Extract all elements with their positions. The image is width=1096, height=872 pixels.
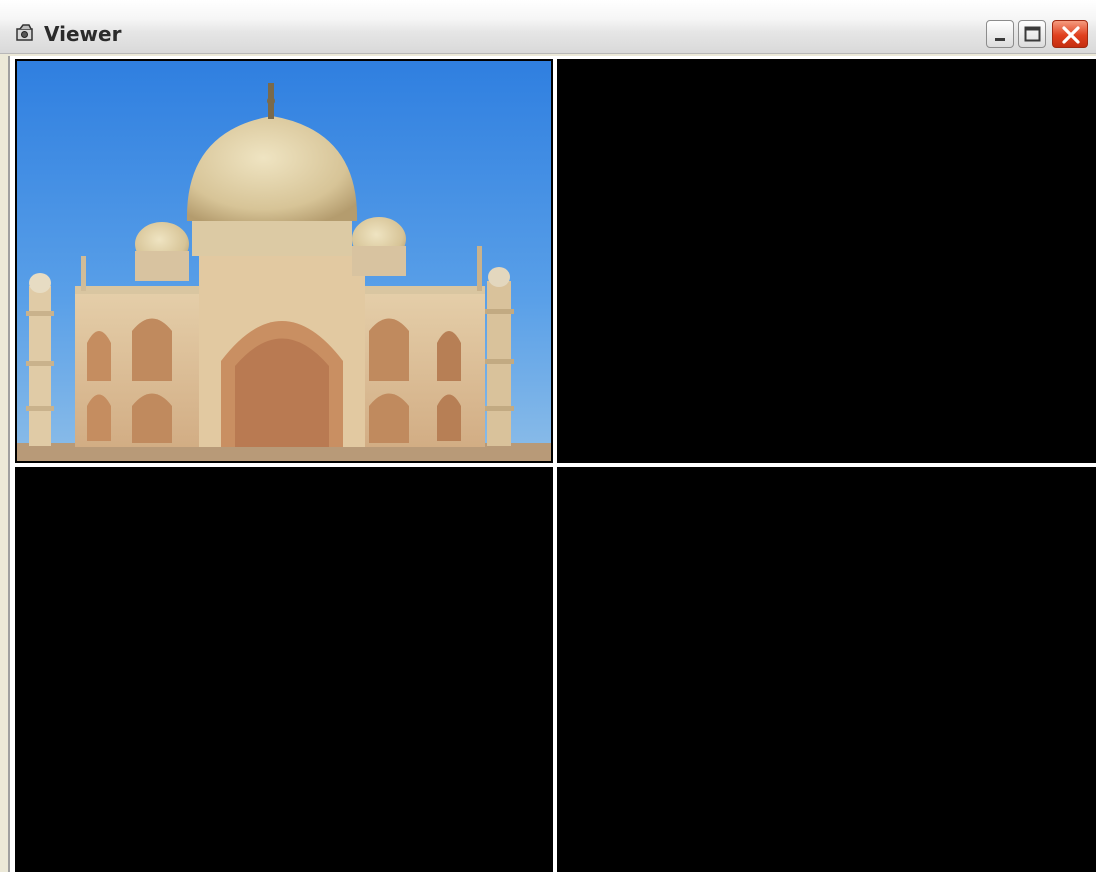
minimize-button[interactable]	[986, 20, 1014, 48]
video-pane-1[interactable]	[15, 59, 553, 463]
taj-mahal-image	[17, 61, 551, 461]
window-title: Viewer	[44, 22, 122, 46]
maximize-button[interactable]	[1018, 20, 1046, 48]
maximize-icon	[1024, 26, 1041, 42]
minimize-icon	[995, 38, 1005, 41]
video-pane-3[interactable]	[15, 467, 553, 872]
video-pane-4[interactable]	[557, 467, 1096, 872]
camera-icon	[16, 24, 33, 41]
video-pane-2[interactable]	[557, 59, 1096, 463]
title-bar[interactable]: Viewer	[0, 0, 1096, 54]
viewer-window: Viewer	[0, 0, 1096, 872]
close-button[interactable]	[1052, 20, 1088, 48]
close-icon	[1062, 26, 1080, 44]
viewer-grid	[8, 56, 1096, 872]
